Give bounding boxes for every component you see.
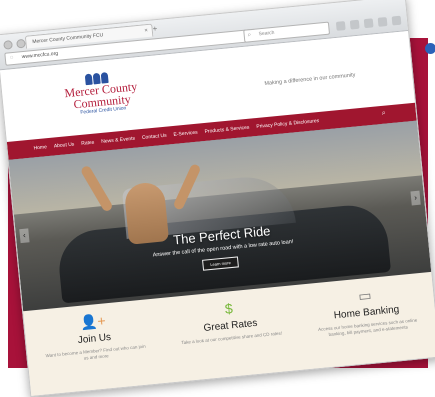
share-icon[interactable] bbox=[377, 17, 388, 27]
toolbar-buttons bbox=[335, 15, 402, 31]
feature-great-rates[interactable]: $ Great Rates Take a look at our competi… bbox=[168, 294, 296, 391]
new-tab-icon[interactable]: + bbox=[152, 24, 158, 33]
site-logo[interactable]: Mercer County Community Federal Credit U… bbox=[63, 67, 168, 132]
close-icon[interactable]: × bbox=[144, 25, 149, 37]
search-icon[interactable]: ⌕ bbox=[382, 110, 387, 118]
url-text: www.mccfcu.org bbox=[21, 50, 59, 61]
search-icon: ⌕ bbox=[247, 32, 252, 39]
decorative-dot-right bbox=[425, 43, 435, 54]
feature-join-us[interactable]: 👤+ Join Us Want to become a Member? Find… bbox=[32, 307, 160, 397]
nav-rates[interactable]: Rates bbox=[81, 140, 95, 147]
nav-e-services[interactable]: E-Services bbox=[173, 130, 198, 138]
browser-window: Mercer County Community FCU × + ◌ www.mc… bbox=[0, 0, 435, 397]
nav-news-events[interactable]: News & Events bbox=[101, 136, 135, 145]
nav-home[interactable]: Home bbox=[33, 144, 47, 151]
tab-title: Mercer County Community FCU bbox=[32, 32, 104, 46]
slider-next-icon[interactable]: › bbox=[410, 190, 421, 206]
menu-icon[interactable] bbox=[391, 15, 402, 26]
bookmark-icon[interactable] bbox=[335, 21, 346, 31]
nav-privacy-policy[interactable]: Privacy Policy & Disclosures bbox=[256, 118, 319, 130]
globe-icon: ◌ bbox=[9, 54, 14, 62]
home-icon[interactable] bbox=[363, 18, 374, 29]
download-icon[interactable] bbox=[349, 19, 360, 30]
nav-about-us[interactable]: About Us bbox=[54, 142, 75, 150]
slider-prev-icon[interactable]: ‹ bbox=[19, 228, 30, 244]
nav-contact-us[interactable]: Contact Us bbox=[142, 133, 167, 141]
site-tagline: Making a difference in our community bbox=[264, 72, 356, 88]
nav-products-services[interactable]: Products & Services bbox=[204, 125, 249, 135]
search-placeholder: Search bbox=[258, 29, 275, 38]
